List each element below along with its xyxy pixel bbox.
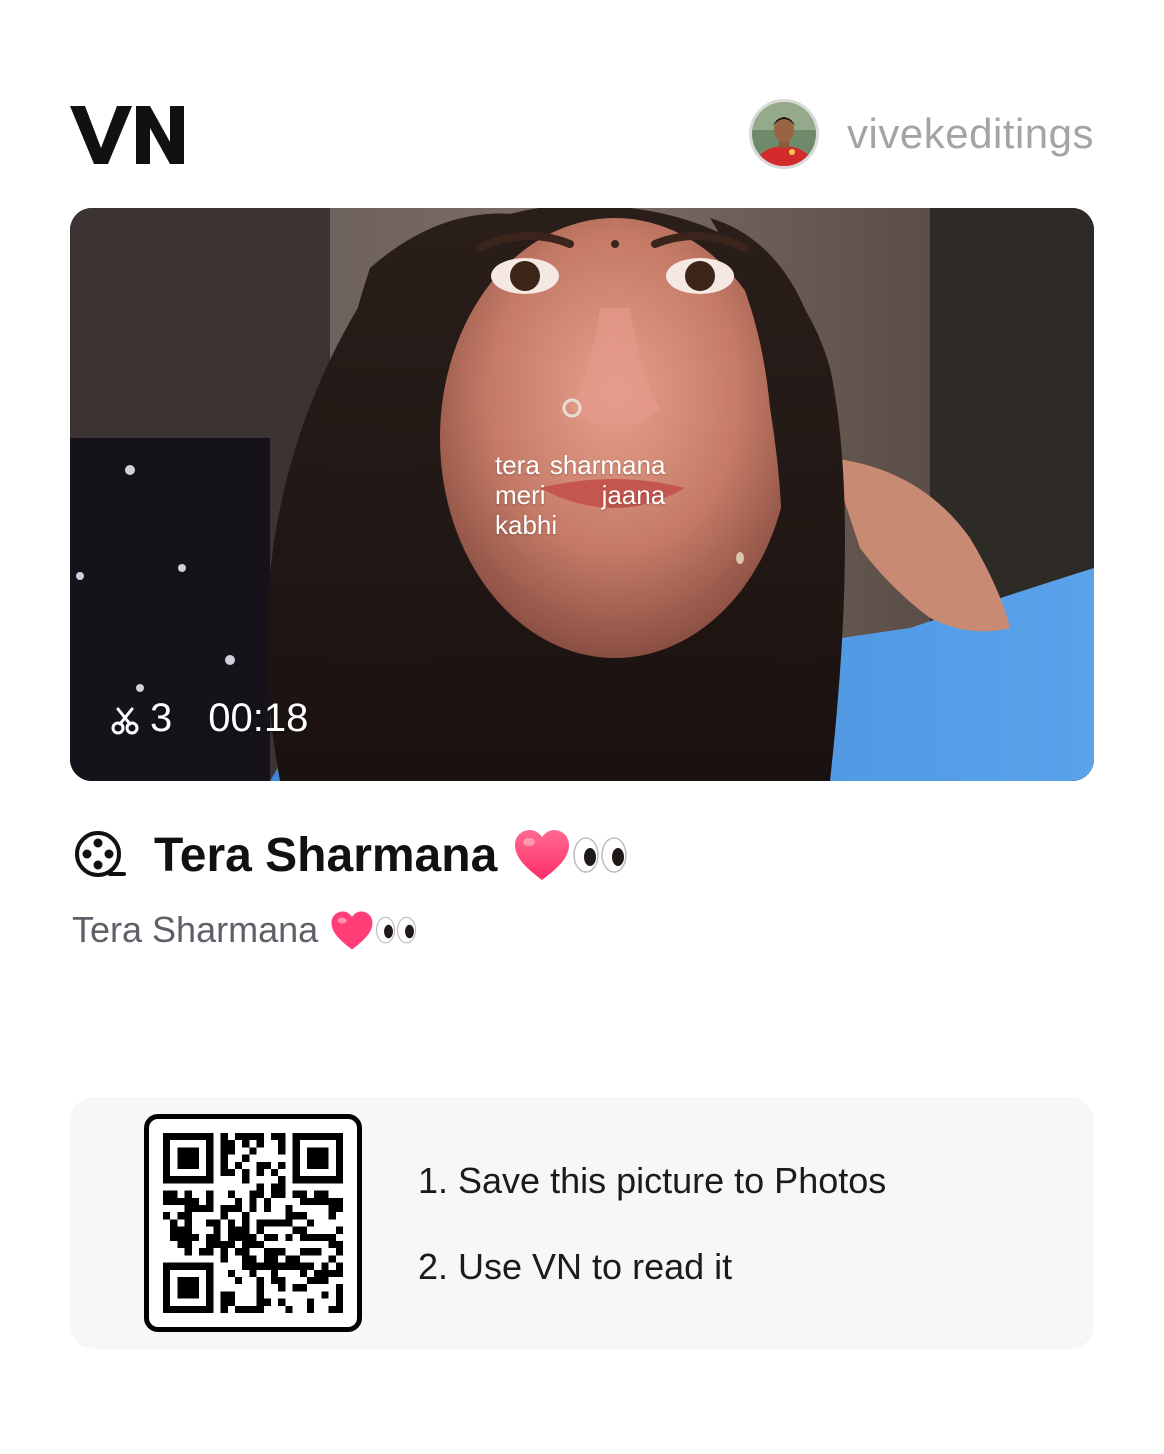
lyric-word: tera <box>495 450 540 480</box>
video-preview[interactable]: tera sharmana meri jaana kabhi 3 00:18 <box>70 208 1094 781</box>
username[interactable]: vivekeditings <box>847 110 1094 158</box>
qr-instructions: 1. Save this picture to Photos 2. Use VN… <box>418 1159 886 1289</box>
lyrics-overlay: tera sharmana meri jaana kabhi <box>495 450 665 540</box>
pink-heart-emoji <box>515 830 570 880</box>
project-title: Tera Sharmana <box>154 828 498 882</box>
project-description: Tera Sharmana <box>72 906 418 954</box>
user-profile[interactable]: vivekeditings <box>749 96 1094 172</box>
pink-heart-emoji <box>331 911 373 949</box>
title-emojis <box>513 828 629 882</box>
scissors-icon <box>111 707 139 734</box>
qr-card: 1. Save this picture to Photos 2. Use VN… <box>70 1097 1094 1349</box>
instruction-step-2: 2. Use VN to read it <box>418 1246 733 1287</box>
lyric-word: jaana <box>601 480 666 510</box>
lyric-word: sharmana <box>549 450 666 480</box>
clip-stats: 3 00:18 <box>110 696 308 741</box>
vn-logo <box>70 106 184 164</box>
header: vivekeditings <box>70 96 1094 176</box>
project-description-text: Tera Sharmana <box>72 909 319 950</box>
user-avatar[interactable] <box>749 99 820 169</box>
eyes-emoji <box>376 916 417 944</box>
lyric-word: meri <box>495 480 546 510</box>
film-reel-icon <box>75 831 126 877</box>
eyes-emoji <box>573 837 628 873</box>
project-title-row: Tera Sharmana <box>72 822 629 888</box>
lyric-word: kabhi <box>495 510 558 540</box>
clip-count: 3 <box>150 696 173 740</box>
video-duration: 00:18 <box>208 696 309 740</box>
instruction-step-1: 1. Save this picture to Photos <box>418 1160 887 1201</box>
qr-code <box>144 1114 362 1332</box>
description-emojis <box>330 910 418 951</box>
